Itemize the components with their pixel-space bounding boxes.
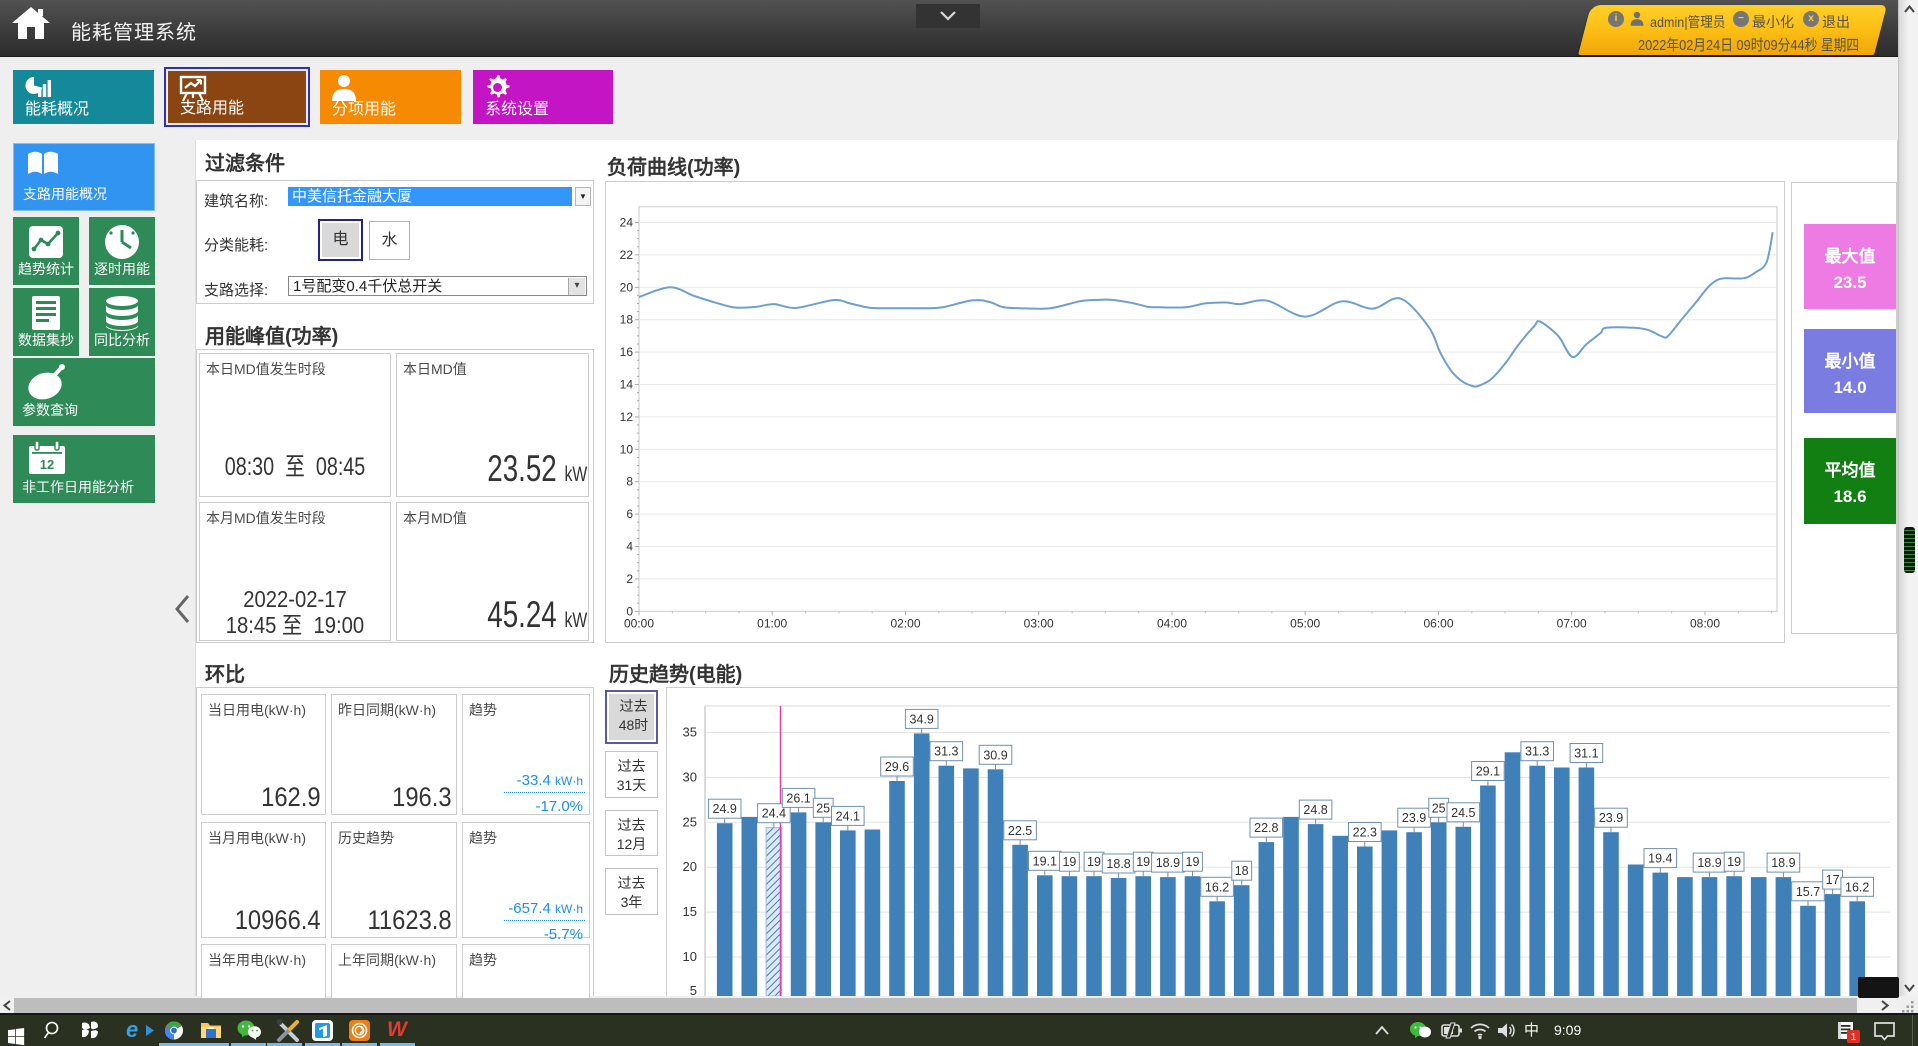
svg-text:10: 10 bbox=[683, 949, 697, 964]
svg-text:18: 18 bbox=[620, 313, 634, 327]
svg-text:26.1: 26.1 bbox=[786, 791, 810, 805]
svg-text:24.8: 24.8 bbox=[1303, 803, 1327, 817]
svg-text:18.9: 18.9 bbox=[1771, 856, 1795, 870]
svg-text:14: 14 bbox=[620, 378, 634, 392]
svg-text:05:00: 05:00 bbox=[1290, 616, 1320, 630]
svg-text:10: 10 bbox=[620, 442, 634, 456]
svg-text:16: 16 bbox=[620, 345, 634, 359]
svg-text:4: 4 bbox=[626, 540, 633, 554]
svg-text:24.5: 24.5 bbox=[1451, 806, 1475, 820]
svg-text:06:00: 06:00 bbox=[1423, 616, 1453, 630]
svg-text:19: 19 bbox=[1727, 855, 1741, 869]
svg-text:16.2: 16.2 bbox=[1205, 880, 1229, 894]
svg-text:22.8: 22.8 bbox=[1254, 821, 1278, 835]
svg-text:31.3: 31.3 bbox=[1525, 745, 1549, 759]
svg-text:22.5: 22.5 bbox=[1008, 824, 1032, 838]
svg-text:31.3: 31.3 bbox=[934, 745, 958, 759]
svg-text:01:00: 01:00 bbox=[757, 616, 787, 630]
svg-text:24.4: 24.4 bbox=[762, 807, 786, 821]
svg-text:30.9: 30.9 bbox=[983, 748, 1007, 762]
svg-text:22.3: 22.3 bbox=[1353, 826, 1377, 840]
svg-text:20: 20 bbox=[683, 859, 697, 874]
svg-text:03:00: 03:00 bbox=[1024, 616, 1054, 630]
svg-text:25: 25 bbox=[683, 814, 697, 829]
svg-text:24.9: 24.9 bbox=[713, 802, 737, 816]
svg-text:23.9: 23.9 bbox=[1599, 811, 1623, 825]
svg-text:19: 19 bbox=[1062, 855, 1076, 869]
svg-text:24: 24 bbox=[620, 216, 634, 230]
svg-text:04:00: 04:00 bbox=[1157, 616, 1187, 630]
svg-text:19: 19 bbox=[1136, 855, 1150, 869]
svg-text:19: 19 bbox=[1186, 855, 1200, 869]
svg-text:24.1: 24.1 bbox=[836, 809, 860, 823]
svg-text:31.1: 31.1 bbox=[1574, 747, 1598, 761]
svg-text:00:00: 00:00 bbox=[624, 616, 654, 630]
svg-text:15: 15 bbox=[683, 904, 697, 919]
svg-text:30: 30 bbox=[683, 769, 697, 784]
svg-text:29.6: 29.6 bbox=[885, 760, 909, 774]
svg-text:25: 25 bbox=[816, 801, 830, 815]
svg-text:12: 12 bbox=[620, 410, 634, 424]
svg-text:02:00: 02:00 bbox=[890, 616, 920, 630]
svg-text:19.4: 19.4 bbox=[1648, 852, 1672, 866]
svg-text:07:00: 07:00 bbox=[1557, 616, 1587, 630]
svg-text:19.1: 19.1 bbox=[1033, 854, 1057, 868]
svg-text:12: 12 bbox=[40, 457, 54, 472]
svg-text:8: 8 bbox=[626, 475, 633, 489]
svg-text:15.7: 15.7 bbox=[1796, 885, 1820, 899]
svg-text:18.9: 18.9 bbox=[1156, 856, 1180, 870]
svg-text:34.9: 34.9 bbox=[910, 712, 934, 726]
svg-text:22: 22 bbox=[620, 248, 634, 262]
svg-text:2: 2 bbox=[626, 572, 633, 586]
svg-text:18.8: 18.8 bbox=[1106, 857, 1130, 871]
svg-text:18.9: 18.9 bbox=[1697, 856, 1721, 870]
svg-text:35: 35 bbox=[683, 725, 697, 740]
svg-text:18: 18 bbox=[1235, 864, 1249, 878]
svg-text:19: 19 bbox=[1087, 855, 1101, 869]
svg-text:29.1: 29.1 bbox=[1476, 765, 1500, 779]
svg-text:16.2: 16.2 bbox=[1845, 880, 1869, 894]
svg-text:5: 5 bbox=[690, 983, 697, 996]
svg-text:08:00: 08:00 bbox=[1690, 616, 1720, 630]
svg-text:23.9: 23.9 bbox=[1402, 811, 1426, 825]
svg-text:25: 25 bbox=[1432, 801, 1446, 815]
svg-text:6: 6 bbox=[626, 507, 633, 521]
svg-text:1: 1 bbox=[1851, 1032, 1857, 1043]
svg-text:17: 17 bbox=[1826, 873, 1840, 887]
svg-text:20: 20 bbox=[620, 280, 634, 294]
